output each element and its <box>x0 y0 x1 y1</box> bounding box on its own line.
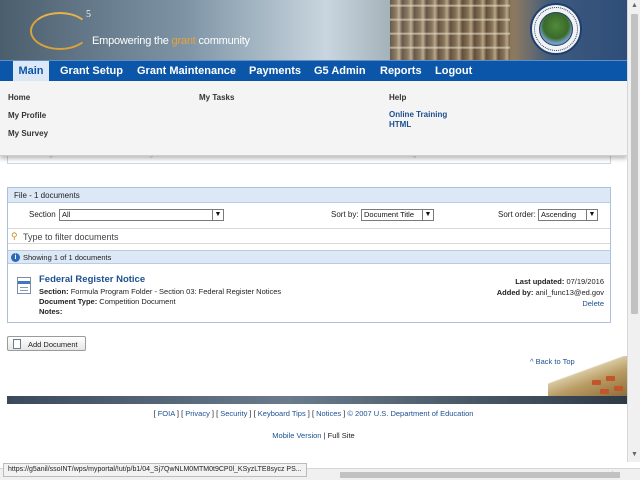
main-dropdown-menu: Home My Profile My Survey My Tasks Help … <box>0 81 627 156</box>
page: 5 Empowering the grant community Main Gr… <box>0 0 627 480</box>
nav-g5-admin[interactable]: G5 Admin <box>314 61 366 81</box>
document-section: Section: Formula Program Folder - Sectio… <box>39 287 282 296</box>
chevron-down-icon: ▼ <box>586 210 597 220</box>
nav-payments[interactable]: Payments <box>249 61 301 81</box>
menu-home[interactable]: Home <box>8 93 30 102</box>
filter-input[interactable]: Type to filter documents <box>23 232 119 242</box>
section-select[interactable]: All ▼ <box>59 209 224 221</box>
document-notes: Notes: <box>39 307 63 316</box>
search-icon: ⚲ <box>11 231 18 241</box>
footer-links: [ FOIA ] [ Privacy ] [ Security ] [ Keyb… <box>153 409 474 418</box>
scroll-thumb[interactable] <box>631 14 638 314</box>
full-site-label: Full Site <box>327 431 355 440</box>
nav-main[interactable]: Main <box>13 61 49 81</box>
status-bar-url: https://g5anil/ssoINT/wps/myportal/!ut/p… <box>3 463 307 477</box>
added-by: Added by: anil_func13@ed.gov <box>496 288 604 297</box>
add-document-button[interactable]: Add Document <box>7 336 86 351</box>
classroom-image <box>548 356 627 398</box>
sortby-select[interactable]: Document Title ▼ <box>361 209 434 221</box>
tagline: Empowering the grant community <box>92 35 250 47</box>
footer-version-links: Mobile Version | Full Site <box>272 431 355 440</box>
footer-foia[interactable]: FOIA <box>158 409 175 418</box>
showing-count: Showing 1 of 1 documents <box>23 253 112 262</box>
footer-keyboard-tips[interactable]: Keyboard Tips <box>258 409 306 418</box>
scroll-up-icon[interactable]: ▲ <box>630 1 639 10</box>
sortby-label: Sort by: <box>331 210 359 219</box>
menu-online-training[interactable]: Online Training <box>389 110 447 119</box>
document-title-link[interactable]: Federal Register Notice <box>39 274 145 285</box>
footer-security[interactable]: Security <box>220 409 247 418</box>
footer-notices[interactable]: Notices <box>316 409 341 418</box>
last-updated: Last updated: 07/19/2016 <box>515 277 604 286</box>
sortorder-select[interactable]: Ascending ▼ <box>538 209 598 221</box>
showing-bar: i Showing 1 of 1 documents <box>8 250 610 264</box>
nav-grant-maintenance[interactable]: Grant Maintenance <box>137 61 236 81</box>
menu-my-profile[interactable]: My Profile <box>8 111 46 120</box>
menu-help-heading: Help <box>389 93 407 102</box>
department-seal-icon <box>530 3 582 55</box>
menu-my-survey[interactable]: My Survey <box>8 129 48 138</box>
footer-divider <box>7 396 627 404</box>
main-nav: Main Grant Setup Grant Maintenance Payme… <box>0 60 627 81</box>
info-icon: i <box>11 253 20 262</box>
footer-privacy[interactable]: Privacy <box>185 409 210 418</box>
menu-html[interactable]: HTML <box>389 120 411 129</box>
sortorder-label: Sort order: <box>498 210 536 219</box>
mobile-version-link[interactable]: Mobile Version <box>272 431 321 440</box>
footer-copyright: © 2007 U.S. Department of Education <box>347 409 474 418</box>
document-icon <box>17 277 31 294</box>
g5-logo-icon <box>30 12 90 50</box>
filter-bar[interactable]: ⚲ Type to filter documents <box>8 228 610 244</box>
document-type: Document Type: Competition Document <box>39 297 176 306</box>
add-document-icon <box>13 339 21 349</box>
g5-logo-sup: 5 <box>86 9 91 20</box>
delete-link[interactable]: Delete <box>582 299 604 308</box>
section-label: Section <box>29 210 56 219</box>
header-banner: 5 Empowering the grant community <box>0 0 627 60</box>
nav-grant-setup[interactable]: Grant Setup <box>60 61 123 81</box>
nav-logout[interactable]: Logout <box>435 61 472 81</box>
chevron-down-icon: ▼ <box>422 210 433 220</box>
file-panel: File - 1 documents Section All ▼ Sort by… <box>7 187 611 323</box>
scroll-down-icon[interactable]: ▼ <box>630 450 639 459</box>
file-panel-title: File - 1 documents <box>8 188 610 203</box>
nav-reports[interactable]: Reports <box>380 61 422 81</box>
hscroll-thumb[interactable] <box>340 472 620 478</box>
menu-my-tasks[interactable]: My Tasks <box>199 93 234 102</box>
vertical-scrollbar[interactable]: ▲ ▼ <box>627 0 640 462</box>
chevron-down-icon: ▼ <box>212 210 223 220</box>
